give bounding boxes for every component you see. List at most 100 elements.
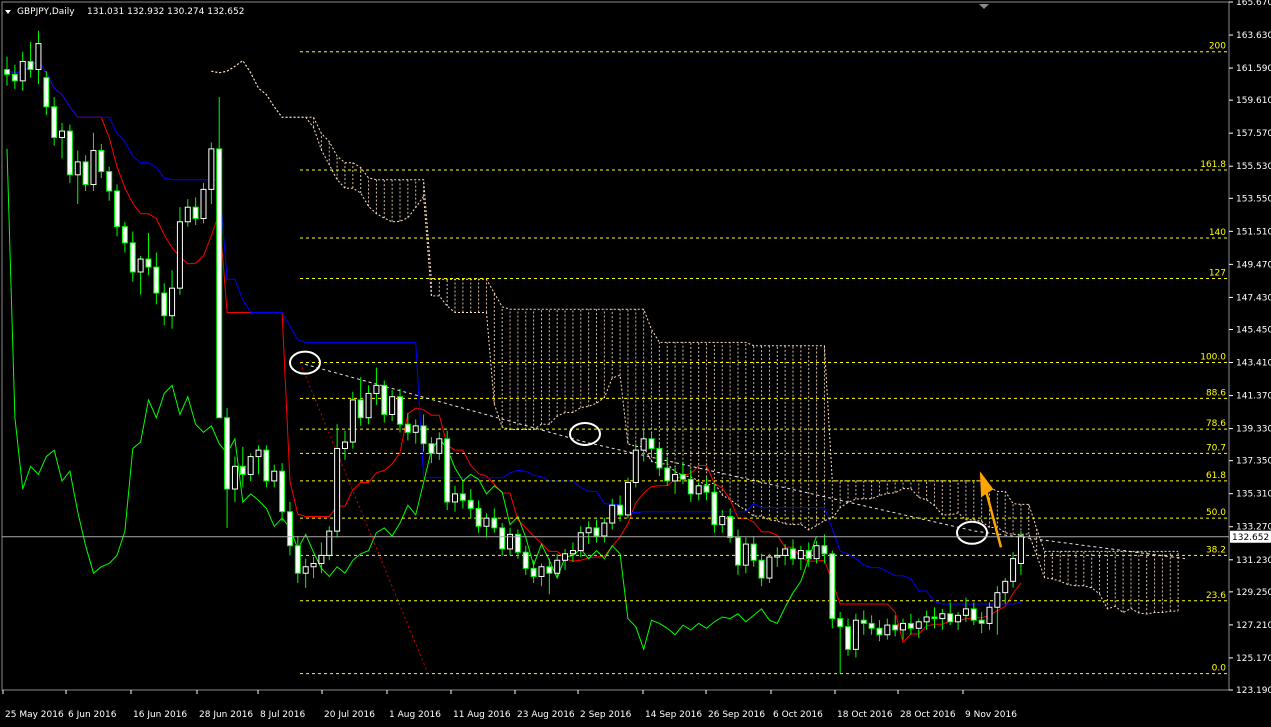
bull-candle[interactable] <box>577 532 584 552</box>
bear-candle[interactable] <box>51 106 58 139</box>
bear-candle[interactable] <box>687 478 694 495</box>
bear-candle[interactable] <box>727 516 734 539</box>
bull-candle[interactable] <box>813 545 820 560</box>
bull-candle[interactable] <box>341 441 348 450</box>
bear-candle[interactable] <box>829 553 836 620</box>
bear-candle[interactable] <box>750 543 757 561</box>
bull-candle[interactable] <box>782 548 789 556</box>
bear-candle[interactable] <box>404 423 411 433</box>
bull-candle[interactable] <box>695 485 702 495</box>
bear-candle[interactable] <box>837 618 844 628</box>
resistance-trend-line[interactable] <box>304 363 1186 560</box>
bull-candle[interactable] <box>1017 535 1024 565</box>
bull-candle[interactable] <box>436 438 443 454</box>
bear-candle[interactable] <box>66 130 73 176</box>
bear-candle[interactable] <box>617 504 624 516</box>
bear-candle[interactable] <box>530 567 537 577</box>
bull-candle[interactable] <box>255 449 262 458</box>
bull-candle[interactable] <box>412 425 419 433</box>
bull-candle[interactable] <box>672 473 679 482</box>
bear-candle[interactable] <box>129 242 136 273</box>
bull-candle[interactable] <box>90 150 97 186</box>
bull-candle[interactable] <box>349 399 356 443</box>
bear-candle[interactable] <box>279 470 286 513</box>
highlight-circle[interactable] <box>289 350 321 375</box>
bull-candle[interactable] <box>184 206 191 223</box>
bear-candle[interactable] <box>43 77 50 108</box>
bull-candle[interactable] <box>554 559 561 574</box>
bull-candle[interactable] <box>962 608 969 616</box>
bear-candle[interactable] <box>907 622 914 629</box>
chart-shift-marker-icon[interactable] <box>979 4 989 9</box>
bear-candle[interactable] <box>153 266 160 294</box>
bear-candle[interactable] <box>499 527 506 550</box>
bull-candle[interactable] <box>310 563 317 568</box>
highlight-circle[interactable] <box>956 520 988 545</box>
bear-candle[interactable] <box>27 60 34 71</box>
bear-candle[interactable] <box>475 507 482 527</box>
bull-candle[interactable] <box>247 456 254 475</box>
bear-candle[interactable] <box>522 551 529 569</box>
bull-candle[interactable] <box>365 392 372 419</box>
bull-candle[interactable] <box>389 396 396 416</box>
bear-candle[interactable] <box>711 491 718 526</box>
bull-candle[interactable] <box>231 465 238 490</box>
bull-candle[interactable] <box>35 43 42 71</box>
bull-candle[interactable] <box>452 493 459 503</box>
bear-candle[interactable] <box>805 550 812 560</box>
bull-candle[interactable] <box>200 188 207 220</box>
bear-candle[interactable] <box>444 438 451 503</box>
bear-candle[interactable] <box>161 292 168 317</box>
bull-candle[interactable] <box>986 606 993 624</box>
bull-candle[interactable] <box>601 522 608 537</box>
bull-candle[interactable] <box>852 619 859 650</box>
price-chart[interactable]: 200 161.8 140 127 100.0 88.6 78.6 70.7 61.8 50.0 3… <box>0 0 1271 727</box>
bear-candle[interactable] <box>664 467 671 482</box>
bull-candle[interactable] <box>562 553 569 561</box>
bear-candle[interactable] <box>11 73 18 82</box>
bear-candle[interactable] <box>703 485 710 493</box>
bear-candle[interactable] <box>758 559 765 579</box>
bull-candle[interactable] <box>923 616 930 623</box>
bear-candle[interactable] <box>4 69 10 75</box>
bear-candle[interactable] <box>98 150 105 173</box>
bear-candle[interactable] <box>145 258 152 268</box>
bull-candle[interactable] <box>538 566 545 577</box>
bull-candle[interactable] <box>624 482 631 516</box>
bull-candle[interactable] <box>884 624 891 636</box>
bear-candle[interactable] <box>192 206 199 220</box>
bear-candle[interactable] <box>679 473 686 480</box>
bull-candle[interactable] <box>318 554 325 565</box>
bull-candle[interactable] <box>994 592 1001 608</box>
bull-candle[interactable] <box>176 221 183 289</box>
bear-candle[interactable] <box>420 425 427 445</box>
bull-candle[interactable] <box>900 622 907 631</box>
bear-candle[interactable] <box>546 566 553 574</box>
bull-candle[interactable] <box>271 470 278 482</box>
bear-candle[interactable] <box>892 624 899 631</box>
bull-candle[interactable] <box>483 517 490 527</box>
bear-candle[interactable] <box>357 399 364 419</box>
bull-candle[interactable] <box>774 554 781 558</box>
bull-candle[interactable] <box>569 550 576 555</box>
bull-candle[interactable] <box>719 516 726 526</box>
bear-candle[interactable] <box>106 171 113 192</box>
bear-candle[interactable] <box>970 608 977 621</box>
bear-candle[interactable] <box>860 619 867 624</box>
bear-candle[interactable] <box>648 438 655 450</box>
bear-candle[interactable] <box>428 443 435 454</box>
bull-candle[interactable] <box>1002 580 1009 594</box>
bull-candle[interactable] <box>137 258 144 273</box>
bull-candle[interactable] <box>797 550 804 560</box>
bear-candle[interactable] <box>82 161 89 186</box>
bull-candle[interactable] <box>208 148 215 190</box>
bear-candle[interactable] <box>947 613 954 623</box>
bull-candle[interactable] <box>169 287 176 317</box>
bear-candle[interactable] <box>876 627 883 636</box>
bear-candle[interactable] <box>121 226 128 244</box>
bull-candle[interactable] <box>19 60 26 82</box>
bull-candle[interactable] <box>326 530 333 556</box>
bull-candle[interactable] <box>74 161 81 176</box>
bull-candle[interactable] <box>640 438 647 451</box>
bear-candle[interactable] <box>381 384 388 416</box>
